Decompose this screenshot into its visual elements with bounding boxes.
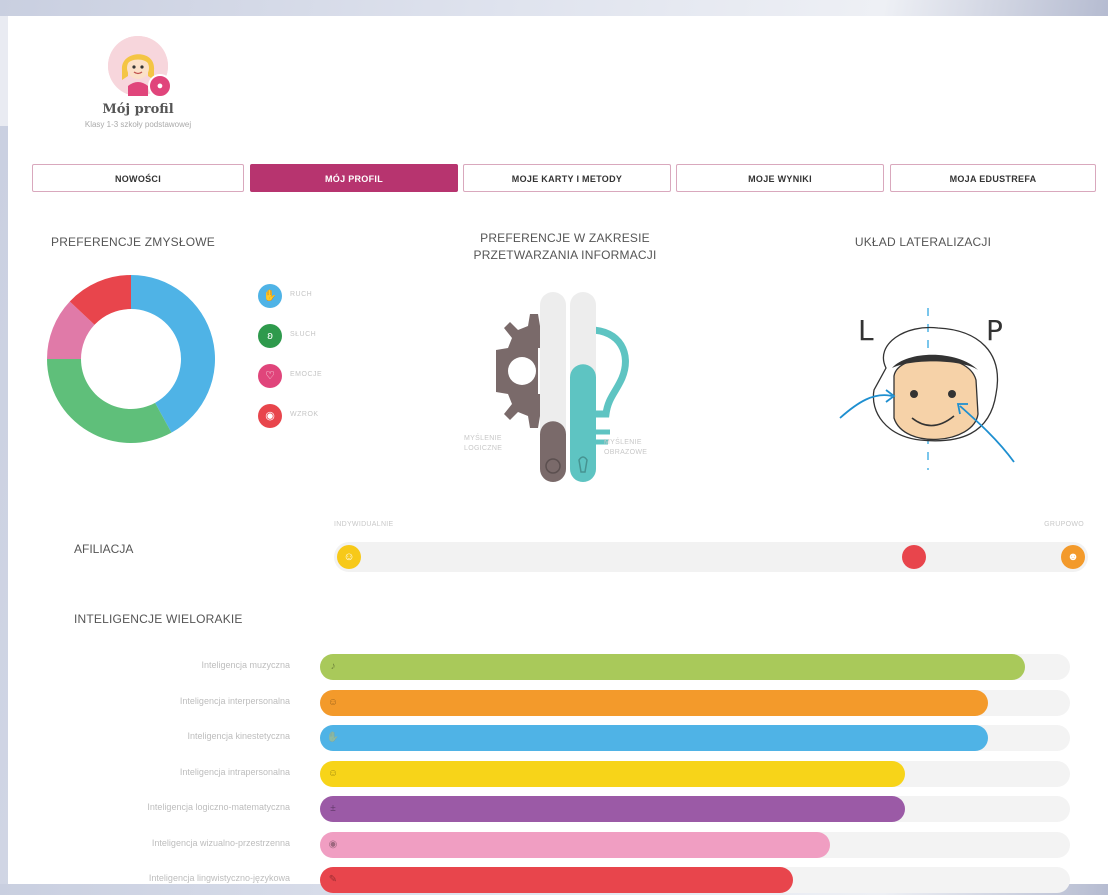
- eye-icon: ◉: [258, 404, 282, 428]
- affiliation-right-end: GRUPOWO: [1044, 521, 1084, 528]
- visual-label: MYŚLENIE OBRAZOWE: [604, 438, 647, 458]
- legend-label: EMOCJE: [290, 371, 323, 378]
- affiliation-left-end: INDYWIDUALNIE: [334, 521, 394, 528]
- math-icon: ±: [330, 803, 336, 814]
- eye-icon: ◉: [328, 838, 338, 850]
- intelligence-track: ◉: [320, 831, 1070, 858]
- visual-tube-fill: [570, 364, 596, 482]
- profile-header: ● Mój profil Klasy 1-3 szkoły podstawowe…: [48, 36, 228, 129]
- affiliation-marker-result: [901, 545, 926, 569]
- intelligence-bar: ✋: [320, 725, 988, 751]
- affiliation-marker-start: ☺: [337, 545, 361, 569]
- tab-moje-karty-i-metody[interactable]: MOJE KARTY I METODY: [463, 164, 671, 192]
- affiliation-marker-end: ☻: [1061, 545, 1085, 569]
- hand-icon: ✋: [258, 284, 282, 308]
- tab-nowosci[interactable]: NOWOŚCI: [32, 164, 244, 192]
- intelligence-track: ✋: [320, 725, 1070, 751]
- person-icon: ☺: [327, 767, 339, 779]
- profile-name: Mój profil: [102, 102, 174, 117]
- donut-slice-słuch: [47, 359, 172, 443]
- face-lateralization-icon: L P: [839, 308, 1015, 470]
- affiliation-track: ☺ ☻: [334, 542, 1088, 572]
- intelligence-label: Inteligencja lingwistyczno-językowa: [148, 873, 290, 883]
- processing-title-line1: PREFERENCJE W ZAKRESIE: [480, 231, 650, 245]
- speech-icon: ✎: [328, 874, 338, 885]
- intelligence-row: Inteligencja kinestetyczna ✋: [8, 723, 1108, 753]
- main-tabs: NOWOŚCI MÓJ PROFIL MOJE KARTY I METODY M…: [32, 164, 1096, 194]
- intelligence-row: Inteligencja muzyczna ♪: [8, 652, 1108, 682]
- intelligence-track: ✎: [320, 867, 1070, 893]
- affiliation-label: AFILIACJA: [74, 542, 134, 556]
- logic-label: MYŚLENIE LOGICZNE: [464, 434, 502, 454]
- music-icon: ♪: [330, 661, 336, 672]
- legend-label: RUCH: [290, 291, 313, 298]
- intelligence-track: ☺: [320, 760, 1070, 787]
- intelligence-label: Inteligencja kinestetyczna: [187, 731, 290, 741]
- lateralization-title: UKŁAD LATERALIZACJI: [854, 235, 992, 249]
- intelligence-label: Inteligencja wizualno-przestrzenna: [151, 837, 290, 848]
- intelligence-label: Inteligencja logiczno-matematyczna: [147, 802, 290, 812]
- avatar[interactable]: ●: [108, 36, 172, 98]
- location-pin-icon[interactable]: ●: [148, 74, 172, 98]
- intelligence-row: Inteligencja intrapersonalna ☺: [8, 759, 1108, 789]
- intelligence-bar: ♪: [320, 654, 1025, 680]
- tab-moja-edustrefa[interactable]: MOJA EDUSTREFA: [890, 164, 1096, 192]
- processing-title-line2: PRZETWARZANIA INFORMACJI: [473, 248, 657, 262]
- tab-moje-wyniki[interactable]: MOJE WYNIKI: [676, 164, 884, 192]
- intelligence-bar: ✎: [320, 867, 793, 893]
- intelligence-track: ♪: [320, 654, 1070, 680]
- processing-title: PREFERENCJE W ZAKRESIE PRZETWARZANIA INF…: [440, 230, 690, 264]
- intelligence-bar: ±: [320, 796, 905, 822]
- sensory-donut-chart: [47, 275, 215, 443]
- background-edge: [0, 16, 8, 126]
- intelligence-bar: ☺: [320, 760, 905, 787]
- intelligence-row: Inteligencja lingwistyczno-językowa ✎: [8, 865, 1108, 895]
- legend-wzrok: ◉ WZROK: [258, 404, 378, 430]
- main-panel: ● Mój profil Klasy 1-3 szkoły podstawowe…: [8, 16, 1108, 893]
- intelligence-track: ☺: [320, 689, 1070, 716]
- logic-label-line2: LOGICZNE: [464, 445, 503, 452]
- intelligences-title: INTELIGENCJE WIELORAKIE: [74, 612, 243, 626]
- visual-label-line1: MYŚLENIE: [604, 439, 642, 446]
- legend-ruch: ✋ RUCH: [258, 284, 378, 310]
- profile-subtitle: Klasy 1-3 szkoły podstawowej: [84, 120, 192, 129]
- legend-label: SŁUCH: [290, 331, 317, 338]
- people-icon: ☺: [327, 696, 339, 708]
- hand-icon: ✋: [326, 732, 340, 743]
- legend-label: WZROK: [290, 411, 319, 418]
- intelligence-row: Inteligencja wizualno-przestrzenna ◉: [8, 830, 1108, 860]
- ear-icon: ʚ: [258, 324, 282, 348]
- intelligence-label: Inteligencja interpersonalna: [179, 695, 290, 706]
- legend-sluch: ʚ SŁUCH: [258, 324, 378, 350]
- left-letter: L: [858, 314, 874, 347]
- intelligence-row: Inteligencja logiczno-matematyczna ±: [8, 794, 1108, 824]
- heart-icon: ♡: [258, 364, 282, 388]
- legend-emocje: ♡ EMOCJE: [258, 364, 378, 390]
- logic-label-line1: MYŚLENIE: [464, 435, 502, 442]
- intelligence-row: Inteligencja interpersonalna ☺: [8, 688, 1108, 718]
- tab-moj-profil[interactable]: MÓJ PROFIL: [250, 164, 458, 192]
- intelligence-bar: ◉: [320, 831, 830, 858]
- intelligence-label: Inteligencja intrapersonalna: [179, 766, 290, 777]
- intelligence-label: Inteligencja muzyczna: [201, 660, 290, 670]
- intelligence-track: ±: [320, 796, 1070, 822]
- intelligence-bar: ☺: [320, 689, 988, 716]
- visual-label-line2: OBRAZOWE: [604, 449, 648, 456]
- sensory-title: PREFERENCJE ZMYSŁOWE: [50, 235, 216, 249]
- right-letter: P: [986, 314, 1003, 347]
